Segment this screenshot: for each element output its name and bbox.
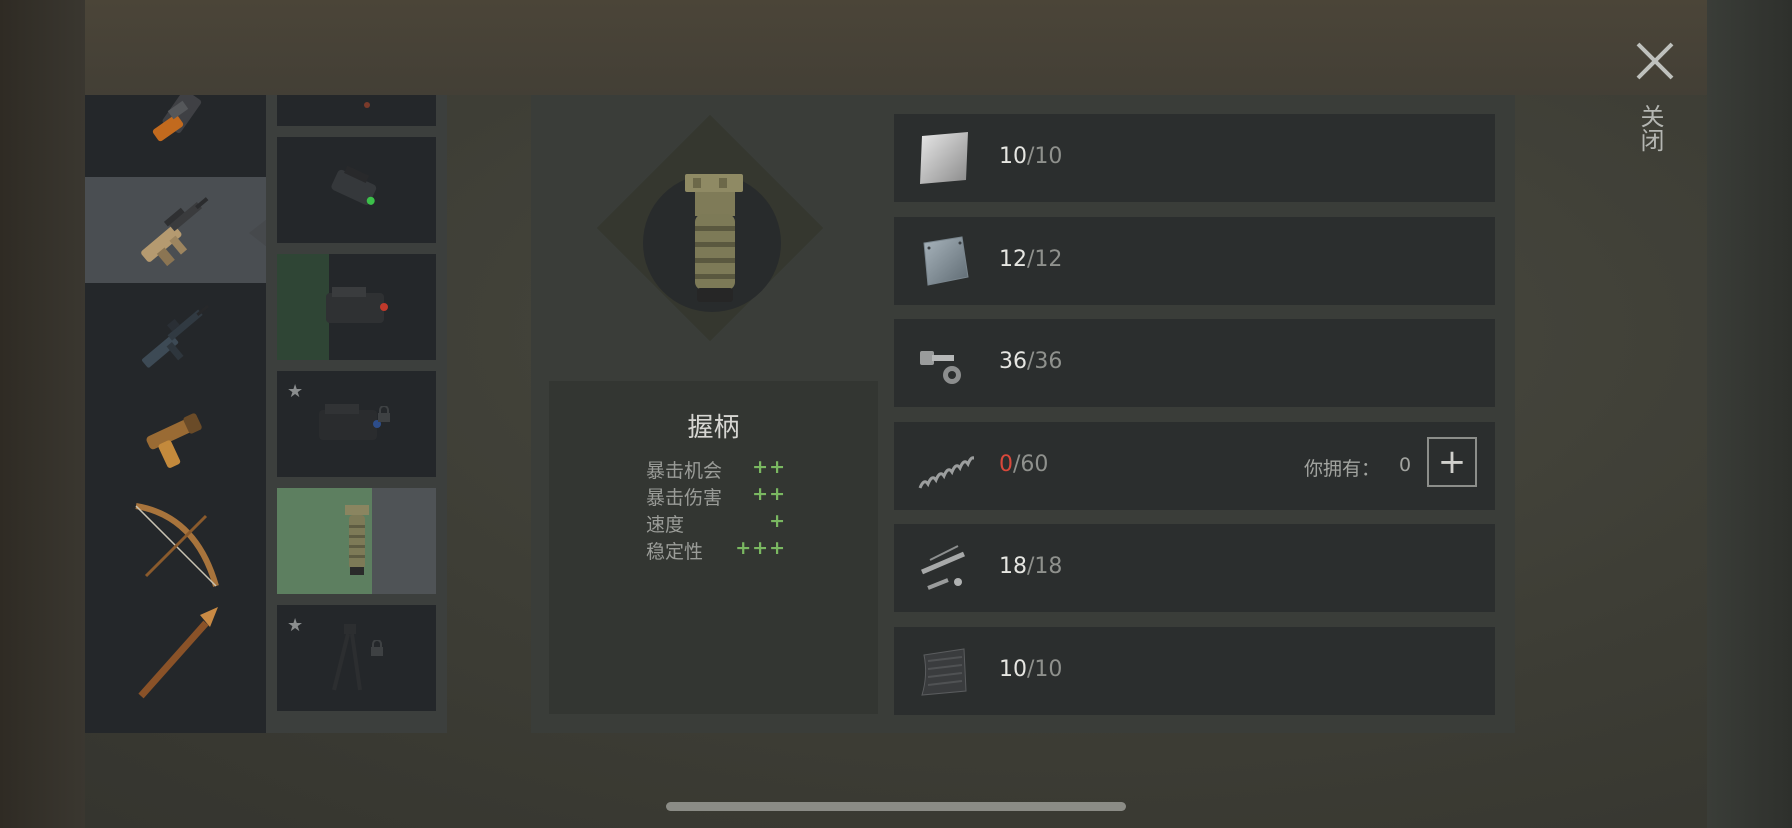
bolt-nut-icon (920, 351, 961, 384)
home-indicator[interactable] (666, 802, 1126, 811)
pistol-icon (152, 95, 201, 142)
lock-icon (377, 406, 390, 422)
owned-label: 你拥有： (1304, 458, 1381, 480)
stat-value: ++ (752, 456, 786, 478)
attachment-item-vertical-grip[interactable] (277, 488, 436, 594)
material-count: 36/36 (999, 349, 1063, 374)
selection-indicator (249, 219, 267, 247)
m16-rifle-icon (141, 304, 209, 368)
rubber-mat-icon (921, 648, 967, 696)
right-backdrop (1707, 0, 1792, 828)
weapon-item-flare-gun[interactable] (85, 387, 266, 493)
material-row: 10/10 (894, 114, 1495, 202)
stat-row: 速度 + (646, 510, 786, 536)
bipod-icon (331, 624, 362, 691)
attachment-item-flashlight[interactable] (277, 137, 436, 243)
spear-icon (137, 607, 218, 699)
stat-name: 暴击伤害 (646, 487, 723, 509)
weapon-item-bow[interactable] (85, 493, 266, 599)
steel-plate-icon (923, 236, 969, 286)
left-backdrop (0, 0, 85, 828)
attachment-item-bipod[interactable]: ★ (277, 605, 436, 711)
favorite-star-icon: ★ (287, 381, 304, 402)
material-count: 10/10 (999, 144, 1063, 169)
laser-sight-icon (325, 287, 388, 323)
close-icon[interactable] (1634, 40, 1676, 82)
partial-attachment-icon (363, 101, 370, 108)
add-material-button[interactable]: + (1427, 437, 1477, 487)
flare-gun-icon (146, 413, 202, 468)
weapon-list[interactable] (85, 95, 266, 733)
owned-count: 0 (1399, 454, 1412, 476)
stat-name: 速度 (646, 514, 685, 536)
material-row: 36/36 (894, 319, 1495, 407)
vertical-grip-large-icon (685, 174, 743, 302)
plus-icon: + (1437, 442, 1467, 482)
material-row: 0/60 你拥有： 0 + (894, 422, 1495, 510)
bow-icon (134, 503, 219, 587)
material-count: 0/60 (999, 452, 1049, 477)
stat-row: 暴击伤害 ++ (646, 483, 786, 509)
laser-sight-blue-icon (318, 404, 381, 440)
material-row: 18/18 (894, 524, 1495, 612)
spring-icon (918, 456, 974, 489)
material-count: 10/10 (999, 657, 1063, 682)
assault-rifle-icon (140, 197, 208, 267)
top-backdrop (85, 0, 1707, 95)
weapon-item-m16-rifle[interactable] (85, 283, 266, 389)
metal-sheet-icon (920, 132, 968, 184)
favorite-star-icon: ★ (287, 615, 304, 636)
stat-value: + (769, 510, 786, 532)
attachment-item-laser-sight-blue[interactable]: ★ (277, 371, 436, 477)
weapon-item-pistol[interactable] (85, 95, 266, 179)
stat-value: +++ (735, 537, 786, 559)
weapon-item-assault-rifle[interactable] (85, 177, 266, 283)
material-row: 12/12 (894, 217, 1495, 305)
material-row: 10/10 (894, 627, 1495, 715)
gun-parts-icon (921, 545, 965, 590)
stat-row: 稳定性 +++ (646, 537, 786, 563)
stat-row: 暴击机会 ++ (646, 456, 786, 482)
stat-name: 暴击机会 (646, 460, 723, 482)
attachment-item-partial[interactable] (277, 95, 436, 126)
item-info-box: 握柄 暴击机会 ++ 暴击伤害 ++ 速度 + 稳定性 +++ (549, 381, 878, 714)
material-count: 18/18 (999, 554, 1063, 579)
item-title: 握柄 (687, 413, 740, 443)
close-button-label[interactable]: 关闭 (1636, 104, 1668, 152)
vertical-grip-icon (344, 505, 369, 575)
weapon-item-spear[interactable] (85, 598, 266, 704)
attachment-item-laser-sight[interactable] (277, 254, 436, 360)
stat-value: ++ (752, 483, 786, 505)
flashlight-attachment-icon (330, 165, 376, 205)
material-count: 12/12 (999, 247, 1063, 272)
lock-icon (370, 640, 383, 656)
stat-name: 稳定性 (646, 541, 704, 563)
